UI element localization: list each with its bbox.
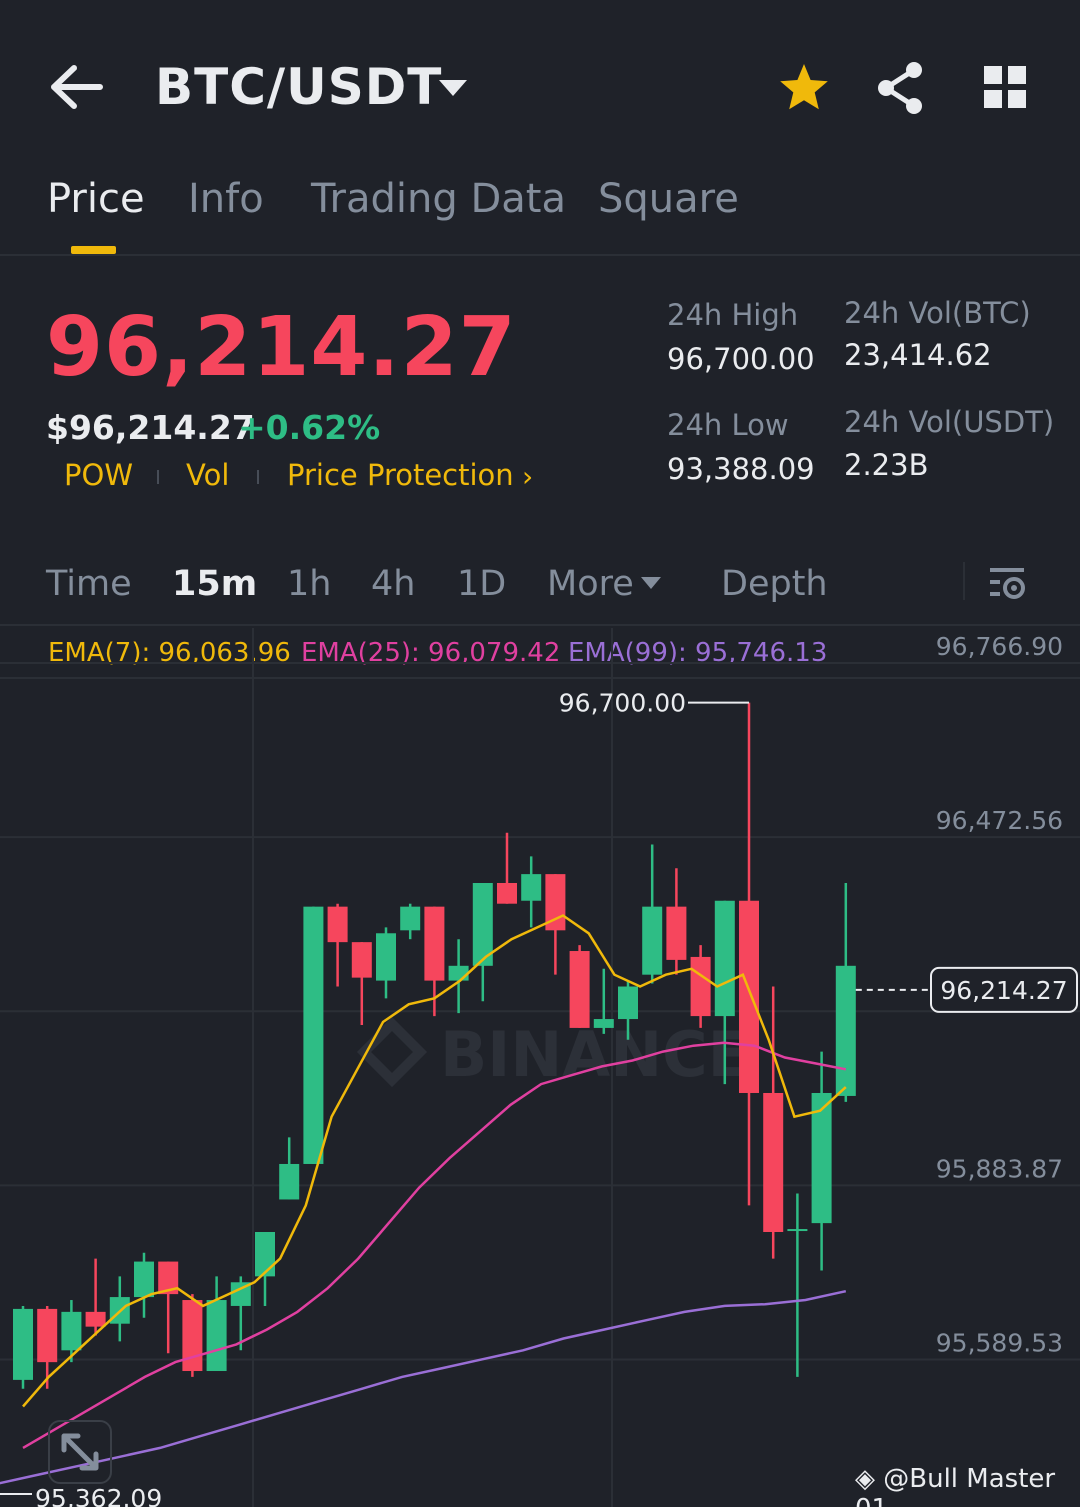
candle-body xyxy=(787,1229,808,1232)
share-icon[interactable] xyxy=(874,60,926,116)
candle-body xyxy=(303,906,324,1164)
candle-body xyxy=(690,956,711,1017)
candle-body xyxy=(376,933,396,981)
interval-time[interactable]: Time xyxy=(46,564,132,604)
usd-price: $96,214.27 xyxy=(46,408,255,447)
interval-1h[interactable]: 1h xyxy=(287,564,331,604)
candle-body xyxy=(400,906,421,931)
tag-divider xyxy=(157,470,159,484)
chart-settings-icon[interactable] xyxy=(986,562,1028,604)
chevron-right-icon[interactable]: › xyxy=(522,460,533,493)
pair-title[interactable]: BTC/USDT xyxy=(155,58,442,116)
interval-more[interactable]: More xyxy=(547,564,634,604)
header: BTC/USDT xyxy=(0,0,1080,170)
ema25-line xyxy=(22,1041,847,1449)
divider xyxy=(963,562,965,600)
low-label: 24h Low xyxy=(667,408,789,442)
tab-bar: Price Info Trading Data Square xyxy=(0,170,1080,256)
active-tab-indicator xyxy=(71,246,116,254)
candle-body xyxy=(37,1308,58,1363)
expand-chart-button[interactable] xyxy=(48,1420,112,1484)
caret-down-icon[interactable] xyxy=(640,576,662,590)
candle-body xyxy=(569,951,590,1028)
back-arrow-icon[interactable] xyxy=(48,62,104,112)
candle-body xyxy=(497,882,517,904)
candle-body xyxy=(279,1163,300,1200)
tag-divider xyxy=(257,470,259,484)
vol-usdt-label: 24h Vol(USDT) xyxy=(844,405,1055,439)
last-price: 96,214.27 xyxy=(46,300,517,395)
high-value: 96,700.00 xyxy=(667,342,815,376)
interval-4h[interactable]: 4h xyxy=(371,564,415,604)
tag-pow[interactable]: POW xyxy=(64,458,133,492)
y-tick-label: 95,589.53 xyxy=(936,1328,1063,1357)
candle-body xyxy=(85,1311,106,1327)
candle-body xyxy=(448,965,469,981)
y-tick-label: 96,766.90 xyxy=(936,632,1063,661)
vol-btc-value: 23,414.62 xyxy=(844,338,992,372)
tab-info[interactable]: Info xyxy=(188,176,264,222)
interval-depth[interactable]: Depth xyxy=(721,564,828,604)
tag-price-protection[interactable]: Price Protection xyxy=(287,458,514,492)
tab-trading-data[interactable]: Trading Data xyxy=(311,176,566,222)
interval-bar: Time 15m 1h 4h 1D More Depth xyxy=(0,548,1080,626)
candle-body xyxy=(714,900,735,1017)
low-value: 93,388.09 xyxy=(667,452,815,486)
y-tick-label: 96,472.56 xyxy=(936,806,1063,835)
watermark: ◈ @Bull Master 01 xyxy=(855,1464,1080,1507)
candle-body xyxy=(13,1308,33,1380)
candle-body xyxy=(521,874,542,901)
high-label: 24h High xyxy=(667,298,799,332)
low-marker-label: 95,362.09 xyxy=(35,1484,162,1507)
vol-usdt-value: 2.23B xyxy=(844,448,929,482)
star-icon[interactable] xyxy=(776,60,832,116)
candle-body xyxy=(424,906,445,981)
candle-body xyxy=(351,942,372,978)
candle-body xyxy=(61,1311,82,1351)
expand-icon xyxy=(61,1433,99,1471)
binance-logo-icon: ◈ xyxy=(855,1464,875,1494)
watermark-text: @Bull Master 01 xyxy=(855,1464,1056,1507)
tag-vol[interactable]: Vol xyxy=(186,458,229,492)
tab-price[interactable]: Price xyxy=(47,176,145,222)
chart-watermark: BINANCE xyxy=(440,1018,750,1091)
interval-15m[interactable]: 15m xyxy=(172,564,257,604)
caret-down-icon[interactable] xyxy=(436,76,470,100)
candle-body xyxy=(739,900,759,1093)
y-tick-label: 95,883.87 xyxy=(936,1154,1063,1183)
grid-icon[interactable] xyxy=(982,64,1028,110)
candle-body xyxy=(642,906,663,975)
candlestick-chart[interactable]: BINANCE 96,766.90 96,472.56 95,883.87 95,589… xyxy=(0,628,1080,1507)
candle-body xyxy=(835,965,856,1096)
last-price-label: 96,214.27 xyxy=(940,976,1067,1005)
candle-body xyxy=(327,906,348,943)
price-change: +0.62% xyxy=(238,408,381,447)
candle-body xyxy=(134,1261,154,1298)
candle-body xyxy=(763,1092,784,1233)
vol-btc-label: 24h Vol(BTC) xyxy=(844,296,1031,330)
tab-square[interactable]: Square xyxy=(598,176,739,222)
candle-body xyxy=(593,1019,614,1028)
high-marker-label: 96,700.00 xyxy=(559,689,686,718)
candle-body xyxy=(618,986,638,1020)
candle-body xyxy=(255,1232,275,1277)
candle-body xyxy=(666,906,687,960)
binance-logo-icon xyxy=(356,1016,428,1088)
candle-body xyxy=(206,1300,227,1372)
interval-1d[interactable]: 1D xyxy=(457,564,506,604)
